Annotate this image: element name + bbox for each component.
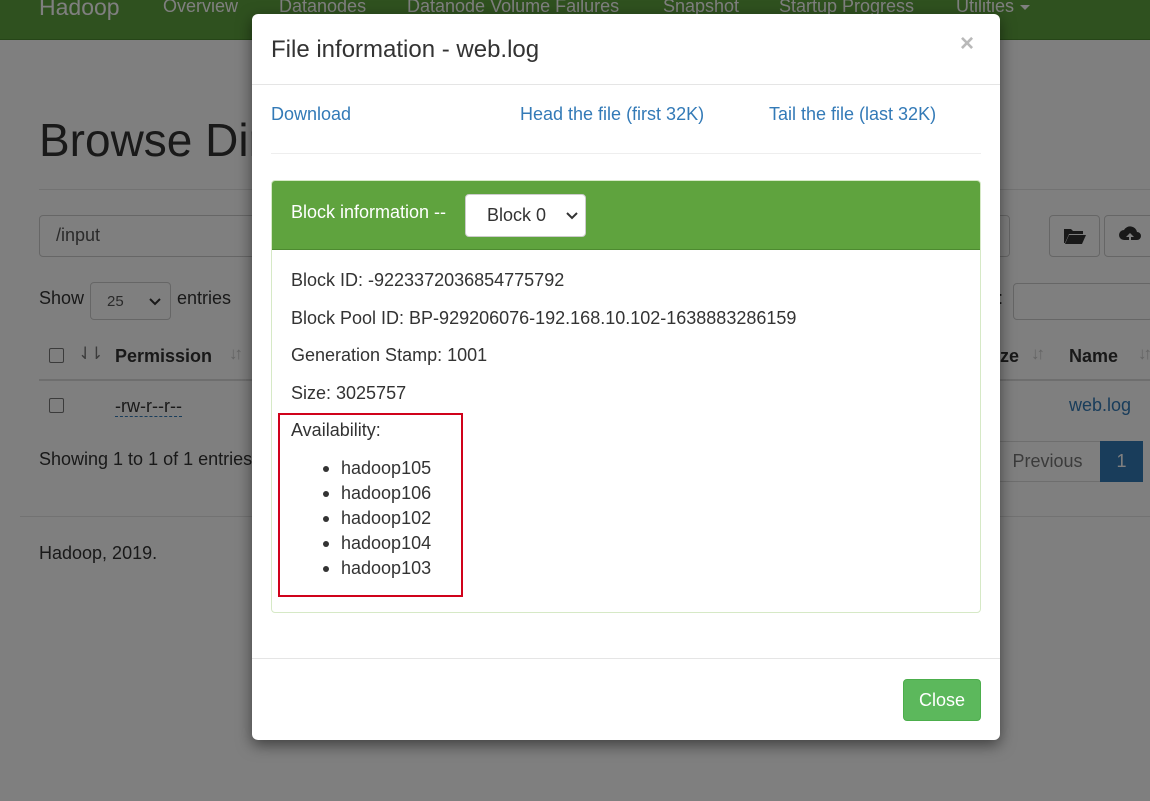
modal-title: File information - web.log — [271, 36, 540, 63]
head-file-link[interactable]: Head the file (first 32K) — [520, 104, 704, 125]
panel-heading: Block information -- Block 0 — [272, 181, 980, 250]
links-divider — [271, 153, 981, 154]
block-select-value: Block 0 — [487, 205, 547, 225]
tail-file-link[interactable]: Tail the file (last 32K) — [769, 104, 936, 125]
availability-highlight — [278, 413, 463, 597]
close-icon[interactable]: × — [960, 30, 974, 58]
modal-header-divider — [252, 84, 1000, 85]
block-info-panel: Block information -- Block 0 Block ID: -… — [271, 180, 981, 613]
modal-footer-divider — [252, 658, 1000, 659]
file-info-modal: File information - web.log × Download He… — [252, 14, 1000, 740]
block-size: Size: 3025757 — [291, 383, 407, 403]
panel-title: Block information -- — [291, 202, 447, 222]
close-button[interactable]: Close — [903, 679, 981, 721]
chevron-down-icon — [566, 212, 578, 220]
block-pool-id: Block Pool ID: BP-929206076-192.168.10.1… — [291, 308, 797, 328]
download-link[interactable]: Download — [271, 104, 351, 125]
block-select[interactable]: Block 0 — [465, 194, 586, 237]
block-id: Block ID: -9223372036854775792 — [291, 270, 565, 290]
generation-stamp: Generation Stamp: 1001 — [291, 345, 488, 365]
